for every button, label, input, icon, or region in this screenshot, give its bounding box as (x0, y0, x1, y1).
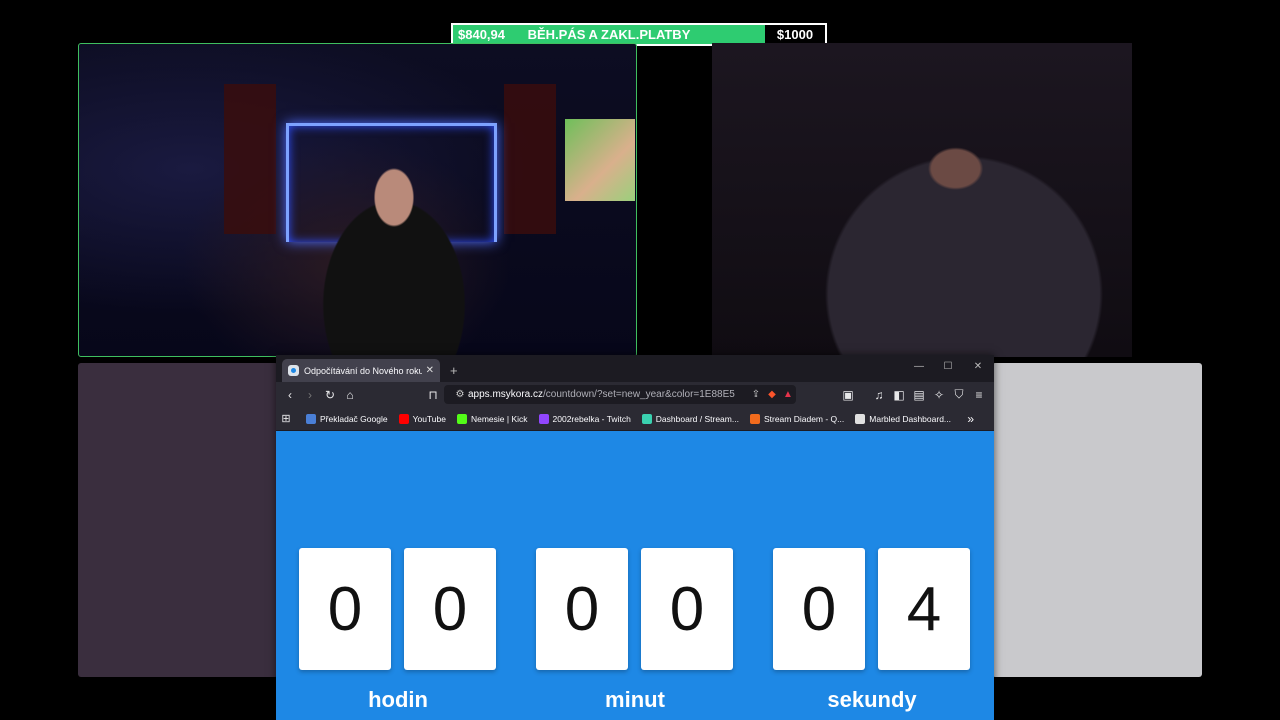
webcam-left (78, 43, 637, 357)
bookmark-label: Nemesie | Kick (470, 413, 528, 424)
unit-label-minutes: minut (605, 687, 665, 712)
kick-icon (456, 413, 467, 424)
maximize-icon[interactable]: ☐ (941, 361, 955, 372)
sidebar-icon[interactable]: ◧ (889, 388, 909, 402)
reload-icon[interactable]: ↻ (320, 388, 340, 402)
bookmark-twitch[interactable]: 2002rebelka - Twitch (538, 413, 631, 424)
marbled-icon (855, 413, 866, 424)
tab-favicon-icon (288, 365, 299, 376)
leo-ai-icon[interactable]: ✧ (929, 388, 949, 402)
address-text[interactable]: apps.msykora.cz/countdown/?set=new_year&… (468, 389, 748, 400)
goal-target-amount: $1000 (765, 25, 825, 44)
unit-label-seconds: sekundy (827, 687, 917, 712)
bookmark-label: Dashboard / Stream... (655, 413, 739, 424)
site-settings-icon[interactable]: ⚙ (452, 389, 468, 400)
digit-card-seconds-tens: 0 (773, 548, 865, 670)
digit-card-seconds-ones: 4 (878, 548, 970, 670)
brave-shields-icon[interactable]: ◆ (764, 389, 780, 400)
dashboard-icon (641, 413, 652, 424)
goal-title: BĚH.PÁS A ZAKL.PLATBY (527, 27, 691, 42)
menu-icon[interactable]: ≡ (969, 388, 989, 402)
new-tab-button[interactable]: + (450, 359, 458, 382)
bookmark-youtube[interactable]: YouTube (398, 413, 446, 424)
reader-mode-icon[interactable]: ▣ (838, 388, 858, 402)
bookmark-dashboard[interactable]: Dashboard / Stream... (641, 413, 739, 424)
url-path: /countdown/?set=new_year&color=1E88E5 (543, 389, 735, 400)
back-icon[interactable]: ‹ (280, 388, 300, 402)
bookmark-label: Stream Diadem - Q... (763, 413, 845, 424)
minimize-icon[interactable]: — (912, 361, 926, 372)
bookmark-kick[interactable]: Nemesie | Kick (456, 413, 528, 424)
browser-tab[interactable]: Odpočítávání do Nového roku | M ✕ (282, 359, 440, 382)
wallet-icon[interactable]: ▤ (909, 388, 929, 402)
vpn-icon[interactable]: ⛉ (949, 387, 969, 402)
countdown-page: 0 0 0 0 0 4 hodin minut sekundy (276, 431, 994, 720)
browser-toolbar: ‹ › ↻ ⌂ ⊓ ⚙ apps.msykora.cz/countdown/?s… (276, 382, 994, 407)
digit-card-minutes-tens: 0 (536, 548, 628, 670)
digit-card-hours-ones: 0 (404, 548, 496, 670)
address-bar[interactable]: ⚙ apps.msykora.cz/countdown/?set=new_yea… (444, 385, 796, 404)
overlay-panel-left (78, 363, 278, 677)
brave-rewards-icon[interactable]: ▲ (780, 389, 796, 400)
tab-title: Odpočítávání do Nového roku | M (304, 365, 422, 376)
digit-card-hours-tens: 0 (299, 548, 391, 670)
url-domain: apps.msykora.cz (468, 389, 544, 400)
bookmark-marbled[interactable]: Marbled Dashboard... (855, 413, 952, 424)
wall-banner (224, 84, 276, 234)
digit-card-minutes-ones: 0 (641, 548, 733, 670)
music-icon[interactable]: ♫ (869, 388, 889, 402)
apps-grid-icon[interactable]: ⊞ (276, 412, 296, 425)
bookmark-google-translate[interactable]: Překladač Google (306, 413, 388, 424)
home-icon[interactable]: ⌂ (340, 388, 360, 402)
youtube-icon (398, 413, 409, 424)
bookmark-stream-diadem[interactable]: Stream Diadem - Q... (749, 413, 845, 424)
streamer-figure (284, 144, 504, 356)
bookmark-label: Překladač Google (320, 413, 388, 424)
webcam-right (712, 43, 1132, 357)
twitch-icon (538, 413, 549, 424)
tab-close-icon[interactable]: ✕ (426, 365, 434, 376)
bookmark-label: 2002rebelka - Twitch (552, 413, 631, 424)
bookmarks-bar: ⊞ Překladač Google YouTube Nemesie | Kic… (276, 407, 994, 431)
browser-window: Odpočítávání do Nového roku | M ✕ + — ☐ … (276, 355, 994, 720)
google-translate-icon (306, 413, 316, 424)
wall-poster (565, 119, 635, 201)
overlay-panel-right (992, 363, 1202, 677)
stream-diadem-icon (749, 413, 760, 424)
unit-label-hours: hodin (368, 687, 428, 712)
close-window-icon[interactable]: ✕ (971, 361, 985, 372)
bookmark-label: YouTube (412, 413, 446, 424)
browser-titlebar: Odpočítávání do Nového roku | M ✕ + — ☐ … (276, 355, 994, 382)
bookmarks-overflow-icon[interactable]: » (967, 412, 974, 426)
goal-progress-fill: $840,94 BĚH.PÁS A ZAKL.PLATBY (453, 25, 765, 44)
forward-icon[interactable]: › (300, 388, 320, 402)
share-icon[interactable]: ⇪ (748, 389, 764, 400)
bookmark-icon[interactable]: ⊓ (423, 388, 443, 402)
wall-banner (504, 84, 556, 234)
bookmark-label: Marbled Dashboard... (869, 413, 952, 424)
